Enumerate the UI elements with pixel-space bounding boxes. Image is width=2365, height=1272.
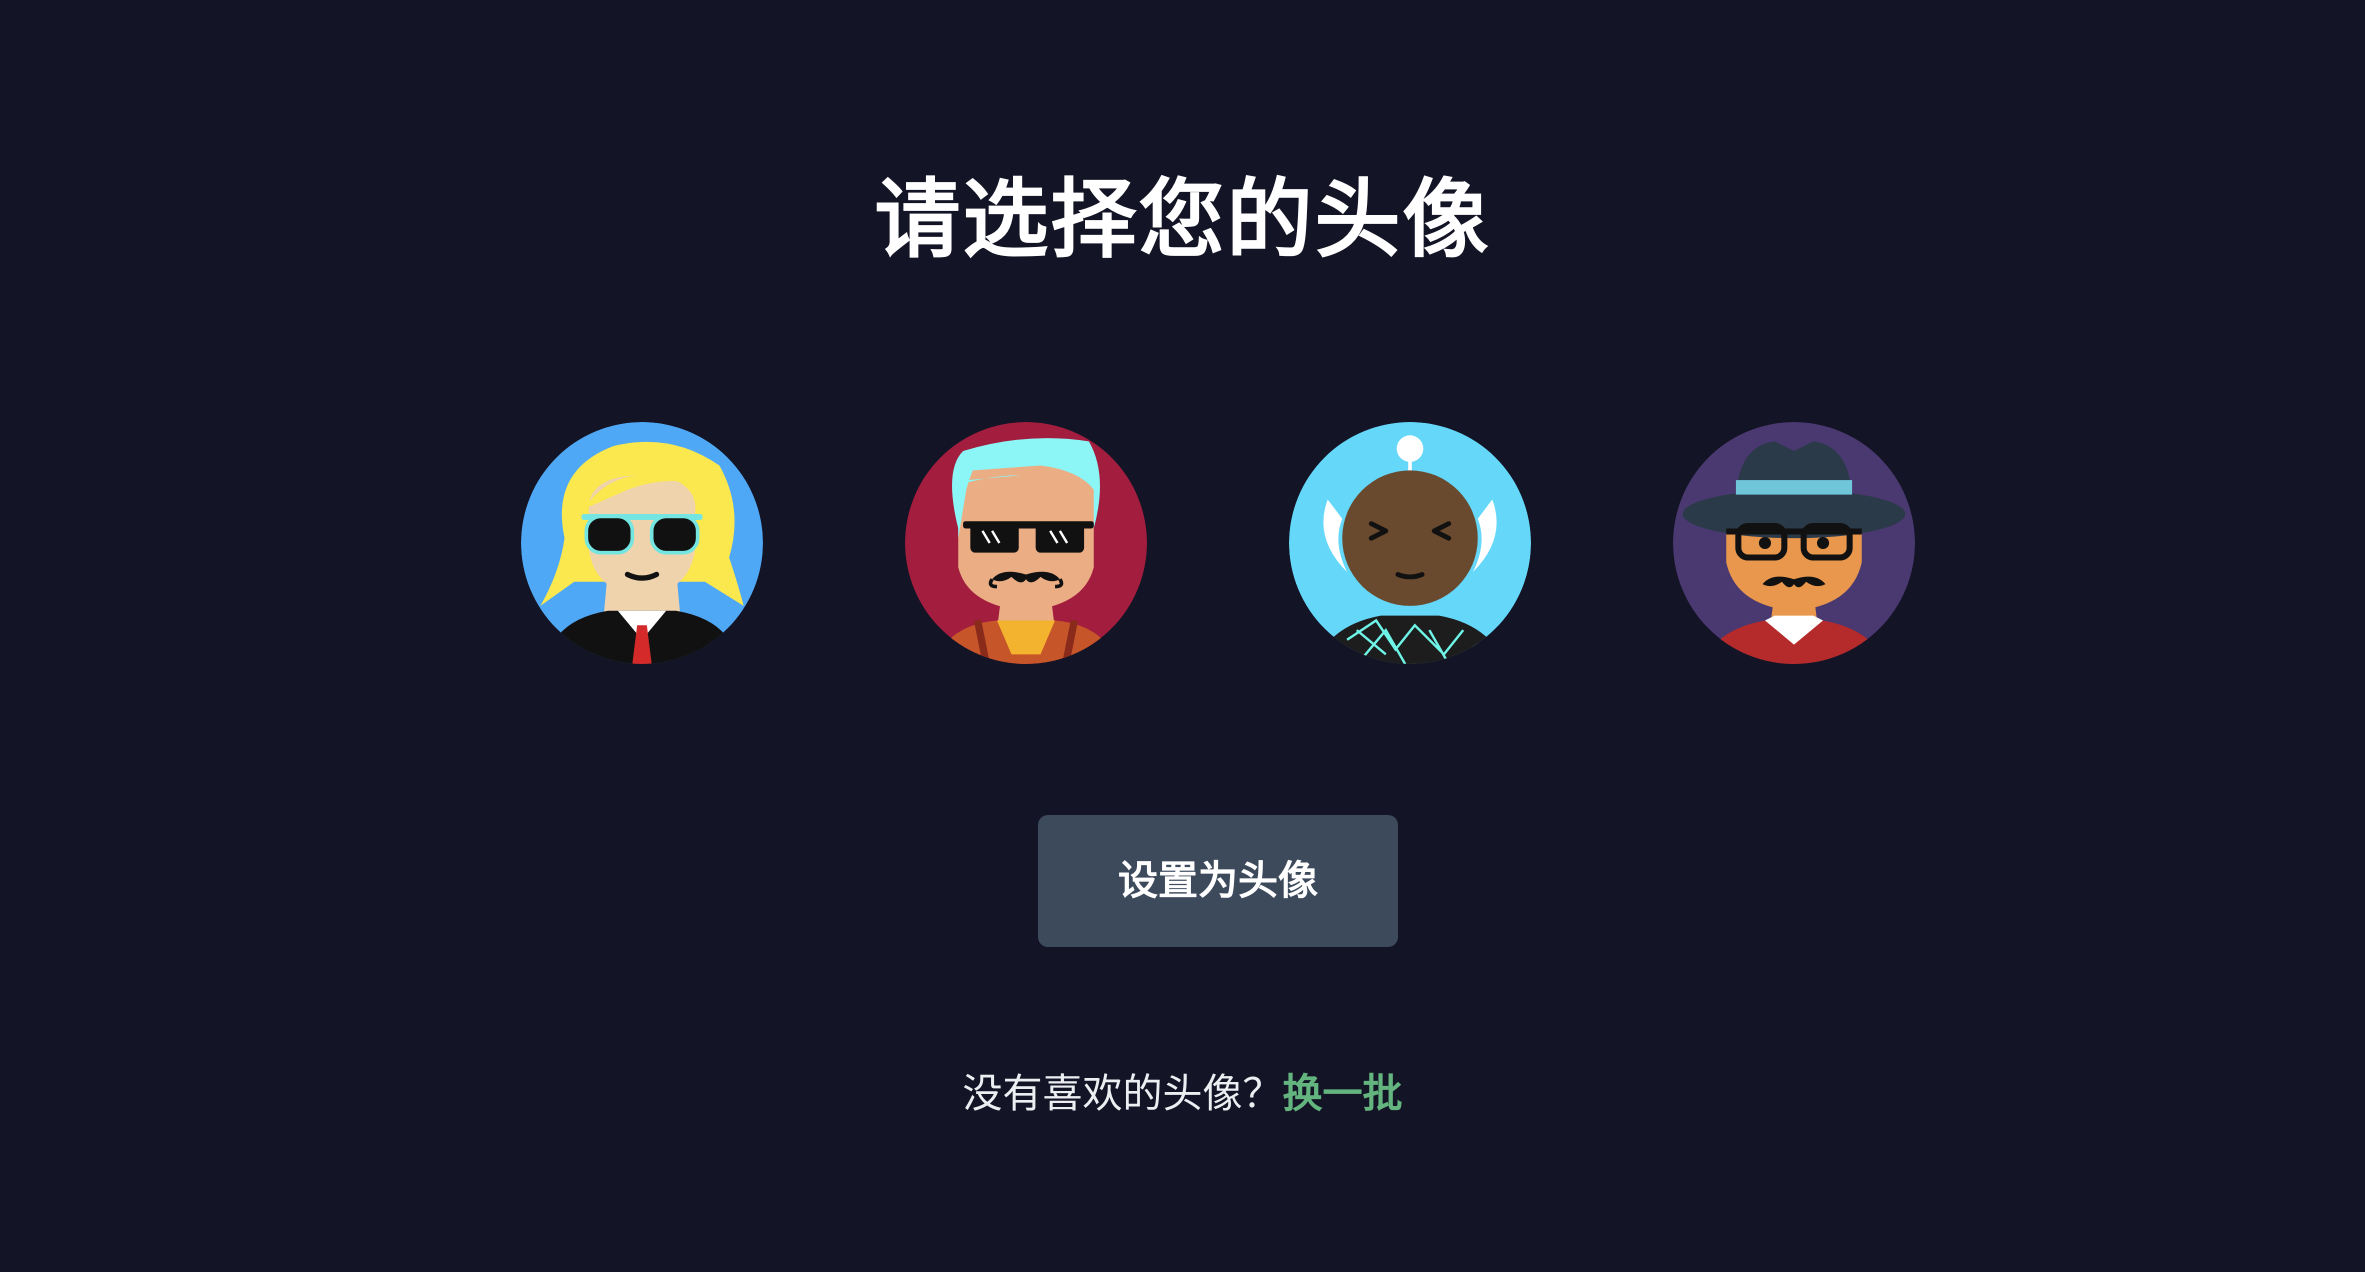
avatar-dark-antenna-alien-icon (1289, 422, 1531, 664)
refresh-prompt-text: 没有喜欢的头像？ (962, 1071, 1283, 1117)
refresh-avatars-link[interactable]: 换一批 (1283, 1071, 1403, 1117)
avatar-option-3[interactable] (1289, 422, 1531, 664)
set-avatar-button[interactable]: 设置为头像 (1038, 815, 1398, 947)
refresh-prompt-line: 没有喜欢的头像？换一批 (0, 1062, 2365, 1126)
avatar-options (521, 422, 1915, 664)
page-title: 请选择您的头像 (874, 170, 1491, 270)
avatar-blonde-sunglasses-icon (521, 422, 763, 664)
avatar-option-1[interactable] (521, 422, 763, 664)
avatar-fedora-glasses-mustache-icon (1673, 422, 1915, 664)
avatar-option-2[interactable] (905, 422, 1147, 664)
avatar-cyan-hair-mustache-icon (905, 422, 1147, 664)
avatar-option-4[interactable] (1673, 422, 1915, 664)
